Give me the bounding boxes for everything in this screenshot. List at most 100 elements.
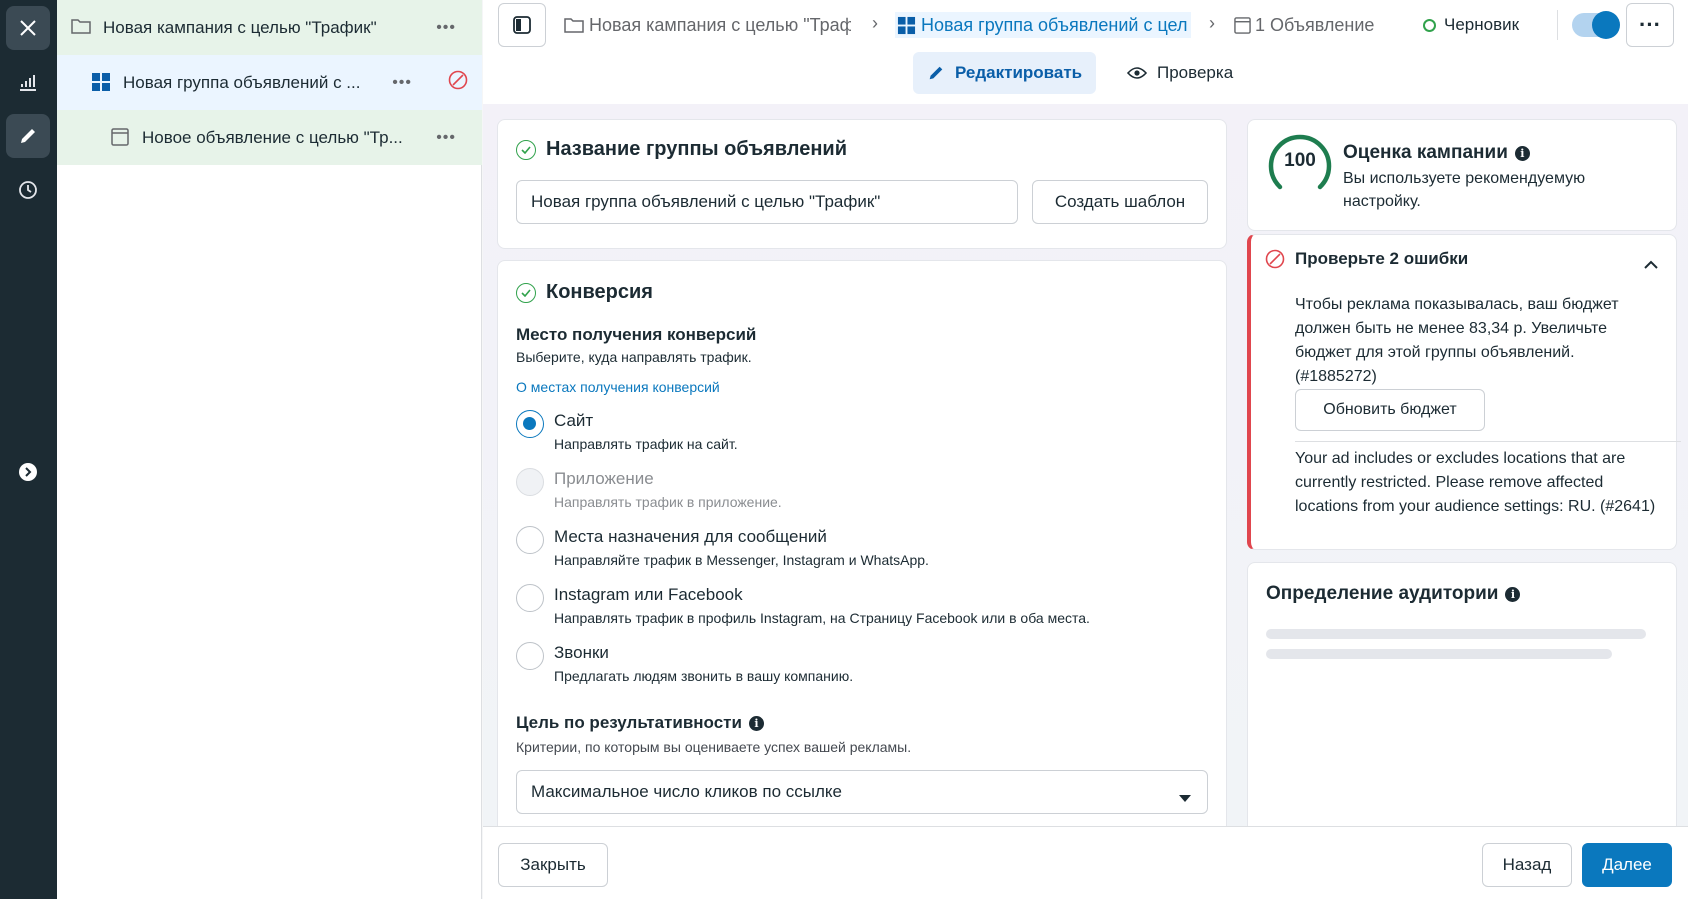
- conversion-locations-link[interactable]: О местах получения конверсий: [516, 379, 720, 395]
- audience-header: Определение аудитории i: [1266, 583, 1521, 605]
- breadcrumb-ad-label: 1 Объявление: [1255, 14, 1375, 35]
- radio-button[interactable]: [516, 410, 544, 438]
- info-icon[interactable]: i: [748, 715, 764, 731]
- back-button[interactable]: Назад: [1482, 843, 1572, 887]
- radio-desc: Направлять трафик в профиль Instagram, н…: [554, 610, 1090, 626]
- close-button[interactable]: Закрыть: [498, 843, 608, 887]
- radio-button[interactable]: [516, 584, 544, 612]
- score-title: Оценка кампании: [1343, 142, 1508, 163]
- tree-campaign[interactable]: Новая кампания с целью "Трафик" •••: [57, 0, 482, 55]
- ad-icon: [1234, 16, 1251, 34]
- folder-icon: [71, 17, 91, 40]
- status-badge: Черновик: [1423, 12, 1519, 38]
- radio-button: [516, 468, 544, 496]
- tree-campaign-label: Новая кампания с целью "Трафик": [103, 17, 377, 37]
- radio-option-website[interactable]: Сайт Направлять трафик на сайт.: [516, 406, 1216, 458]
- more-options-button[interactable]: ···: [1626, 3, 1674, 47]
- main-content: Название группы объявлений Новая группа …: [483, 104, 1688, 826]
- tab-edit-label: Редактировать: [955, 63, 1083, 82]
- radio-button[interactable]: [516, 526, 544, 554]
- conversion-title: Конверсия: [546, 281, 653, 303]
- conversion-location-desc: Выберите, куда направлять трафик.: [516, 349, 752, 365]
- create-template-button[interactable]: Создать шаблон: [1032, 180, 1208, 224]
- top-bar: Новая кампания с целью "Траф › Новая гру…: [483, 0, 1688, 104]
- tab-review-label: Проверка: [1157, 63, 1234, 82]
- info-icon[interactable]: i: [1505, 586, 1521, 602]
- radio-option-calls[interactable]: Звонки Предлагать людям звонить в вашу к…: [516, 638, 1216, 690]
- error-icon: [448, 70, 468, 95]
- radio-option-instagram-facebook[interactable]: Instagram или Facebook Направлять трафик…: [516, 580, 1216, 632]
- breadcrumb-campaign-label: Новая кампания с целью "Траф: [589, 14, 851, 35]
- expand-arrow-icon[interactable]: [6, 450, 50, 494]
- chevron-up-icon[interactable]: [1644, 256, 1658, 274]
- campaign-score-card: 100 Оценка кампании i Вы используете рек…: [1247, 119, 1677, 231]
- performance-goal-header: Цель по результативности i: [516, 713, 764, 733]
- errors-card: Проверьте 2 ошибки Чтобы реклама показыв…: [1247, 234, 1681, 550]
- more-icon: ···: [1639, 12, 1661, 37]
- score-header: Оценка кампании i: [1343, 142, 1530, 164]
- errors-title: Проверьте 2 ошибки: [1295, 249, 1469, 268]
- errors-header[interactable]: Проверьте 2 ошибки: [1265, 249, 1468, 269]
- radio-desc: Направлять трафик в приложение.: [554, 494, 782, 510]
- close-icon[interactable]: [6, 6, 50, 50]
- draft-status-icon: [1423, 18, 1436, 32]
- tree-ad-label: Новое объявление с целью "Тр...: [142, 127, 403, 147]
- next-button[interactable]: Далее: [1582, 843, 1672, 887]
- clock-icon[interactable]: [6, 168, 50, 212]
- radio-option-app: Приложение Направлять трафик в приложени…: [516, 464, 1216, 516]
- breadcrumb-ad[interactable]: 1 Объявление: [1234, 12, 1399, 38]
- section-header: Конверсия: [516, 281, 653, 304]
- mode-tabs: Редактировать Проверка: [483, 50, 1688, 98]
- tree-ad[interactable]: Новое объявление с целью "Тр... •••: [57, 110, 482, 165]
- more-icon[interactable]: •••: [392, 74, 412, 92]
- breadcrumb-adset[interactable]: Новая группа объявлений с цел: [895, 12, 1191, 38]
- pencil-icon[interactable]: [6, 114, 50, 158]
- divider: [1295, 441, 1681, 442]
- radio-button[interactable]: [516, 642, 544, 670]
- radio-label: Приложение: [554, 469, 654, 488]
- caret-down-icon: [1179, 788, 1191, 808]
- loading-skeleton: [1266, 649, 1612, 659]
- error-locations-text: Your ad includes or excludes locations t…: [1295, 450, 1656, 515]
- adset-name-input[interactable]: Новая группа объявлений с целью "Трафик": [516, 180, 1018, 224]
- radio-option-messages[interactable]: Места назначения для сообщений Направляй…: [516, 522, 1216, 574]
- more-icon[interactable]: •••: [436, 19, 456, 37]
- check-circle-icon: [516, 139, 536, 160]
- conversion-location-title: Место получения конверсий: [516, 325, 757, 344]
- tree-adset-label: Новая группа объявлений с ...: [123, 72, 361, 92]
- more-icon[interactable]: •••: [436, 129, 456, 147]
- error-icon: [1265, 249, 1285, 269]
- performance-goal-value: Максимальное число кликов по ссылке: [531, 782, 842, 801]
- panel-toggle-icon[interactable]: [498, 3, 546, 47]
- toggle-switch[interactable]: [1558, 11, 1620, 39]
- audience-card: Определение аудитории i: [1247, 562, 1677, 826]
- check-circle-icon: [516, 282, 536, 303]
- update-budget-button[interactable]: Обновить бюджет: [1295, 389, 1485, 431]
- bottom-bar: Закрыть Назад Далее: [483, 826, 1688, 899]
- performance-goal-title: Цель по результативности: [516, 713, 742, 732]
- radio-label: Instagram или Facebook: [554, 585, 743, 604]
- adset-name-card: Название группы объявлений Новая группа …: [497, 119, 1227, 249]
- adset-grid-icon: [897, 16, 916, 35]
- tree-adset[interactable]: Новая группа объявлений с ... •••: [57, 55, 482, 110]
- radio-label: Сайт: [554, 411, 594, 430]
- radio-desc: Предлагать людям звонить в вашу компанию…: [554, 668, 854, 684]
- adset-name-title: Название группы объявлений: [546, 138, 847, 160]
- performance-goal-desc: Критерии, по которым вы оцениваете успех…: [516, 739, 912, 755]
- tab-review[interactable]: Проверка: [1113, 52, 1247, 94]
- score-desc: Вы используете рекомендуемую настройку.: [1343, 170, 1586, 210]
- breadcrumb-adset-label: Новая группа объявлений с цел: [921, 14, 1188, 35]
- performance-goal-select[interactable]: Максимальное число кликов по ссылке: [516, 770, 1208, 814]
- score-gauge: 100: [1266, 130, 1334, 198]
- status-label: Черновик: [1444, 15, 1520, 34]
- section-header: Название группы объявлений: [516, 138, 847, 161]
- score-value: 100: [1284, 150, 1316, 171]
- info-icon[interactable]: i: [1514, 145, 1530, 161]
- radio-desc: Направлять трафик на сайт.: [554, 436, 738, 452]
- folder-icon: [564, 16, 584, 34]
- tab-edit[interactable]: Редактировать: [913, 52, 1097, 94]
- chart-icon[interactable]: [6, 60, 50, 104]
- breadcrumb-campaign[interactable]: Новая кампания с целью "Траф: [564, 12, 851, 38]
- error-budget-text: Чтобы реклама показывалась, ваш бюджет д…: [1295, 296, 1619, 385]
- campaign-tree: Новая кампания с целью "Трафик" ••• Нова…: [57, 0, 482, 899]
